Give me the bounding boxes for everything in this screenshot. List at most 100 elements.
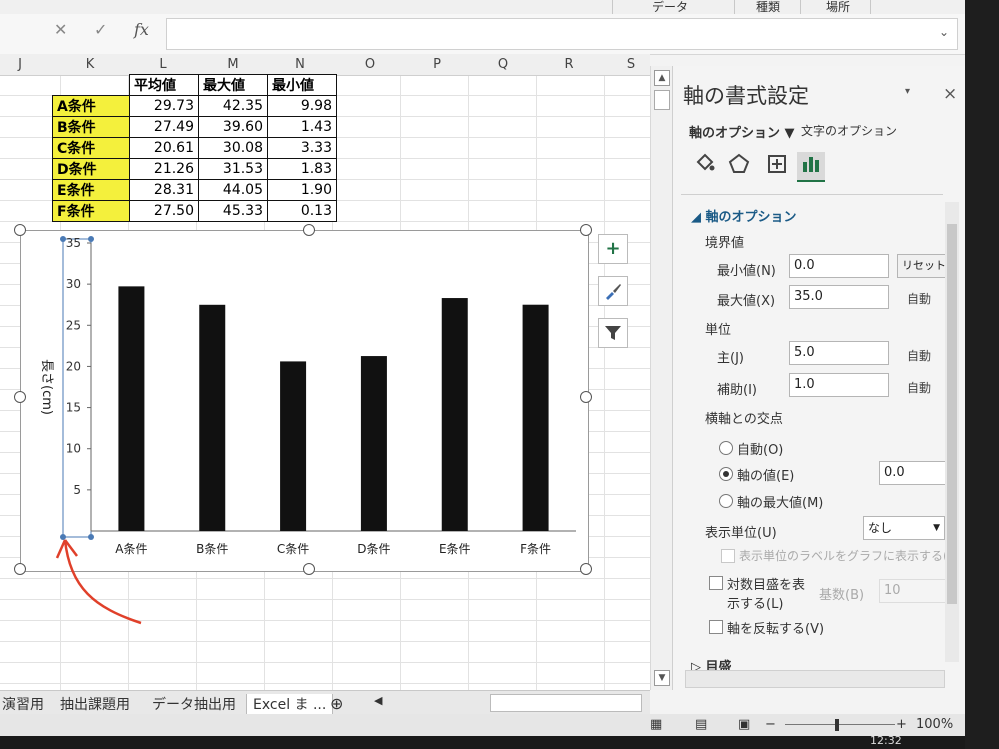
y-tick-label[interactable]: 10 [66, 442, 81, 456]
header-cell[interactable]: 最小値 [267, 74, 337, 96]
min-cell[interactable]: 1.90 [267, 179, 337, 201]
bar[interactable] [360, 356, 387, 531]
show-unit-label-checkbox[interactable] [721, 549, 735, 563]
header-cell[interactable]: 平均値 [129, 74, 199, 96]
min-cell[interactable]: 1.43 [267, 116, 337, 138]
resize-handle[interactable] [580, 563, 592, 575]
reset-button[interactable]: リセット [897, 254, 947, 278]
resize-handle[interactable] [14, 563, 26, 575]
avg-cell[interactable]: 20.61 [129, 137, 199, 159]
min-cell[interactable]: 3.33 [267, 137, 337, 159]
chart-elements-button[interactable]: + [598, 234, 628, 264]
radio-axis-max-label[interactable]: 軸の最大値(M) [737, 492, 823, 511]
size-properties-icon[interactable] [763, 152, 791, 180]
max-cell[interactable]: 44.05 [198, 179, 268, 201]
resize-handle[interactable] [580, 224, 592, 236]
max-cell[interactable]: 30.08 [198, 137, 268, 159]
zoom-slider[interactable] [785, 724, 895, 725]
scroll-down-icon[interactable]: ▼ [654, 670, 670, 686]
pane-horizontal-scrollbar[interactable] [685, 670, 945, 688]
header-cell[interactable]: 最大値 [198, 74, 268, 96]
column-header-n[interactable]: N [285, 57, 315, 72]
effects-icon[interactable] [725, 152, 753, 180]
tab-scroll-left-icon[interactable]: ◀ [374, 694, 382, 707]
avg-cell[interactable]: 21.26 [129, 158, 199, 180]
min-bound-input[interactable]: 0.0 [789, 254, 889, 278]
pane-options-icon[interactable]: ▾ [905, 86, 910, 97]
avg-cell[interactable]: 29.73 [129, 95, 199, 117]
radio-axis-value[interactable] [719, 467, 733, 481]
bar[interactable] [118, 286, 145, 531]
sheet-tab[interactable]: データ抽出用 [152, 694, 236, 714]
axis-handle[interactable] [60, 236, 66, 242]
reverse-axis-label[interactable]: 軸を反転する(V) [727, 618, 824, 637]
x-tick-label[interactable]: E条件 [439, 542, 471, 556]
min-cell[interactable]: 0.13 [267, 200, 337, 222]
max-cell[interactable]: 45.33 [198, 200, 268, 222]
resize-handle[interactable] [580, 391, 592, 403]
max-bound-input[interactable]: 35.0 [789, 285, 889, 309]
resize-handle[interactable] [14, 391, 26, 403]
column-header-o[interactable]: O [355, 57, 385, 72]
ribbon-label-type[interactable]: 種類 [756, 0, 780, 15]
axis-options-icon[interactable] [797, 152, 825, 182]
avg-cell[interactable]: 27.49 [129, 116, 199, 138]
resize-handle[interactable] [303, 224, 315, 236]
column-header-k[interactable]: K [75, 57, 105, 72]
column-header-j[interactable]: J [5, 57, 35, 72]
row-label-cell[interactable]: A条件 [52, 95, 130, 117]
radio-axis-value-label[interactable]: 軸の値(E) [737, 465, 794, 484]
base-input[interactable]: 10 [879, 579, 947, 603]
tab-text-options[interactable]: 文字のオプション [801, 122, 897, 139]
add-sheet-icon[interactable]: ⊕ [330, 694, 343, 713]
column-header-r[interactable]: R [554, 57, 584, 72]
y-tick-label[interactable]: 20 [66, 359, 81, 373]
tab-axis-options[interactable]: 軸のオプション ▼ [689, 122, 795, 141]
minor-unit-input[interactable]: 1.0 [789, 373, 889, 397]
column-header-s[interactable]: S [616, 57, 646, 72]
max-cell[interactable]: 42.35 [198, 95, 268, 117]
zoom-level[interactable]: 100% [916, 717, 953, 732]
x-tick-label[interactable]: F条件 [520, 542, 551, 556]
pane-scroll-thumb[interactable] [947, 224, 957, 604]
zoom-slider-thumb[interactable] [835, 719, 839, 731]
major-unit-input[interactable]: 5.0 [789, 341, 889, 365]
y-tick-label[interactable]: 25 [66, 318, 81, 332]
reverse-axis-checkbox[interactable] [709, 620, 723, 634]
sheet-tab-active[interactable]: Excel ま ... [246, 694, 334, 715]
y-tick-label[interactable]: 30 [66, 277, 81, 291]
sheet-tab[interactable]: 抽出課題用 [60, 694, 130, 714]
avg-cell[interactable]: 27.50 [129, 200, 199, 222]
radio-auto-label[interactable]: 自動(O) [737, 439, 783, 458]
sheet-vertical-scrollbar[interactable]: ▲ ▼ [650, 66, 673, 690]
x-tick-label[interactable]: D条件 [357, 542, 390, 556]
cancel-icon[interactable]: ✕ [54, 20, 67, 39]
section-axis-options[interactable]: ◢ 軸のオプション [691, 206, 797, 225]
column-header-q[interactable]: Q [488, 57, 518, 72]
row-label-cell[interactable]: B条件 [52, 116, 130, 138]
filter-icon[interactable] [598, 318, 628, 348]
bar[interactable] [199, 304, 226, 531]
insert-function-icon[interactable]: fx [134, 20, 149, 39]
resize-handle[interactable] [14, 224, 26, 236]
max-cell[interactable]: 39.60 [198, 116, 268, 138]
x-tick-label[interactable]: B条件 [196, 542, 228, 556]
log-scale-label-2[interactable]: 示する(L) [727, 593, 783, 612]
fill-line-icon[interactable] [691, 152, 719, 180]
min-cell[interactable]: 1.83 [267, 158, 337, 180]
column-header-p[interactable]: P [422, 57, 452, 72]
bar[interactable] [280, 361, 307, 531]
display-unit-select[interactable]: なし ▼ [863, 516, 945, 540]
page-break-icon[interactable]: ▣ [738, 717, 750, 732]
y-tick-label[interactable]: 15 [66, 401, 81, 415]
enter-icon[interactable]: ✓ [94, 20, 107, 39]
y-tick-label[interactable]: 5 [73, 483, 81, 497]
scroll-up-icon[interactable]: ▲ [654, 70, 670, 86]
horizontal-scrollbar[interactable] [490, 694, 642, 712]
column-header-m[interactable]: M [218, 57, 248, 72]
x-tick-label[interactable]: C条件 [277, 542, 309, 556]
row-label-cell[interactable]: E条件 [52, 179, 130, 201]
y-axis-title[interactable]: 長さ(cm) [39, 359, 54, 415]
zoom-out-icon[interactable]: − [765, 717, 776, 732]
axis-handle[interactable] [88, 236, 94, 242]
